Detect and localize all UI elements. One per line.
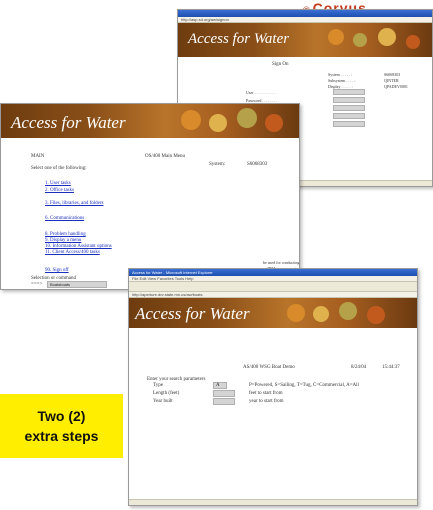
option-office-tasks[interactable]: 2. Office tasks bbox=[45, 188, 74, 193]
system-label: System: bbox=[209, 162, 226, 167]
banner-title: Access for Water bbox=[188, 31, 290, 47]
banner: Access for Water bbox=[178, 23, 432, 57]
year-label: Year built bbox=[153, 399, 173, 404]
main-menu-window: Access for Water MAIN OS/400 Main Menu S… bbox=[0, 103, 300, 290]
fruit-decoration bbox=[378, 28, 396, 46]
year-input[interactable] bbox=[213, 398, 235, 405]
system-label: System . . . . . : bbox=[328, 72, 352, 77]
banner-title: Access for Water bbox=[11, 113, 126, 132]
fruit-decoration bbox=[367, 306, 385, 324]
banner: Access for Water bbox=[1, 104, 299, 138]
library-input[interactable] bbox=[333, 121, 365, 127]
type-label: Type bbox=[153, 383, 163, 388]
boat-search-window: Access for Water - Microsoft Internet Ex… bbox=[128, 268, 418, 506]
type-input[interactable]: A bbox=[213, 382, 227, 389]
menu-title: OS/400 Main Menu bbox=[145, 154, 185, 159]
year-help: year to start from bbox=[249, 399, 284, 404]
system-value: S6068303 bbox=[247, 162, 268, 167]
date-value: 8/24/04 bbox=[351, 365, 367, 370]
window-titlebar bbox=[178, 10, 432, 17]
subsystem-value: QINTER bbox=[384, 78, 399, 83]
status-bar bbox=[129, 499, 417, 505]
fruit-decoration bbox=[265, 114, 283, 132]
fruit-decoration bbox=[353, 33, 367, 47]
subsystem-label: Subsystem . . . . : bbox=[328, 78, 356, 83]
length-input[interactable] bbox=[213, 390, 235, 397]
fruit-decoration bbox=[328, 29, 344, 45]
fruit-decoration bbox=[406, 35, 420, 49]
system-value: S6068303 bbox=[384, 72, 401, 77]
program-input[interactable] bbox=[333, 105, 365, 111]
option-user-tasks[interactable]: 1. User tasks bbox=[45, 181, 71, 186]
toolbar bbox=[129, 282, 417, 292]
time-value: 15:44:37 bbox=[382, 365, 400, 370]
fruit-decoration bbox=[209, 114, 227, 132]
select-prompt: Select one of the following: bbox=[31, 166, 87, 171]
fruit-decoration bbox=[313, 306, 329, 322]
search-prompt: Enter your search parameters bbox=[147, 377, 206, 382]
command-prompt: ===> bbox=[31, 282, 43, 287]
fruit-decoration bbox=[237, 108, 257, 128]
option-files-libraries[interactable]: 3. Files, libraries, and folders bbox=[45, 201, 103, 206]
main-label: MAIN bbox=[31, 154, 45, 159]
display-value: QPADEV0001 bbox=[384, 84, 408, 89]
password-input[interactable] bbox=[333, 97, 365, 103]
fruit-decoration bbox=[287, 304, 305, 322]
user-input[interactable] bbox=[333, 89, 365, 95]
length-help: feet to start from bbox=[249, 391, 283, 396]
banner-title: Access for Water bbox=[135, 304, 250, 323]
callout-line-1: Two (2) bbox=[37, 408, 86, 424]
option-client-access[interactable]: 11. Client Access/400 tasks bbox=[45, 250, 100, 255]
length-label: Length (feet) bbox=[153, 391, 180, 396]
user-label: User . . . . . . . . . . . bbox=[246, 90, 276, 95]
callout-line-2: extra steps bbox=[24, 428, 99, 444]
signon-title: Sign On bbox=[272, 62, 289, 67]
extra-steps-callout: Two (2) extra steps bbox=[0, 394, 123, 458]
option-problem-handling[interactable]: 8. Problem handling bbox=[45, 232, 86, 237]
option-sign-off[interactable]: 90. Sign off bbox=[45, 268, 69, 273]
menu-input[interactable] bbox=[333, 113, 365, 119]
banner: Access for Water bbox=[129, 298, 417, 328]
fruit-decoration bbox=[339, 302, 357, 320]
fruit-decoration bbox=[181, 110, 201, 130]
window-titlebar: Access for Water - Microsoft Internet Ex… bbox=[129, 269, 417, 276]
type-help: P=Powered, S=Sailing, T=Tug, C=Commercia… bbox=[249, 383, 359, 388]
option-display-menu[interactable]: 9. Display a menu bbox=[45, 238, 81, 243]
right-note: be used for conducting bbox=[263, 260, 300, 265]
option-information-assistant[interactable]: 10. Information Assistant options bbox=[45, 244, 112, 249]
command-input[interactable]: Boatsboats bbox=[47, 281, 107, 288]
page-header: AS/400 WSG Boat Demo bbox=[243, 365, 295, 370]
option-communications[interactable]: 6. Communications bbox=[45, 216, 84, 221]
